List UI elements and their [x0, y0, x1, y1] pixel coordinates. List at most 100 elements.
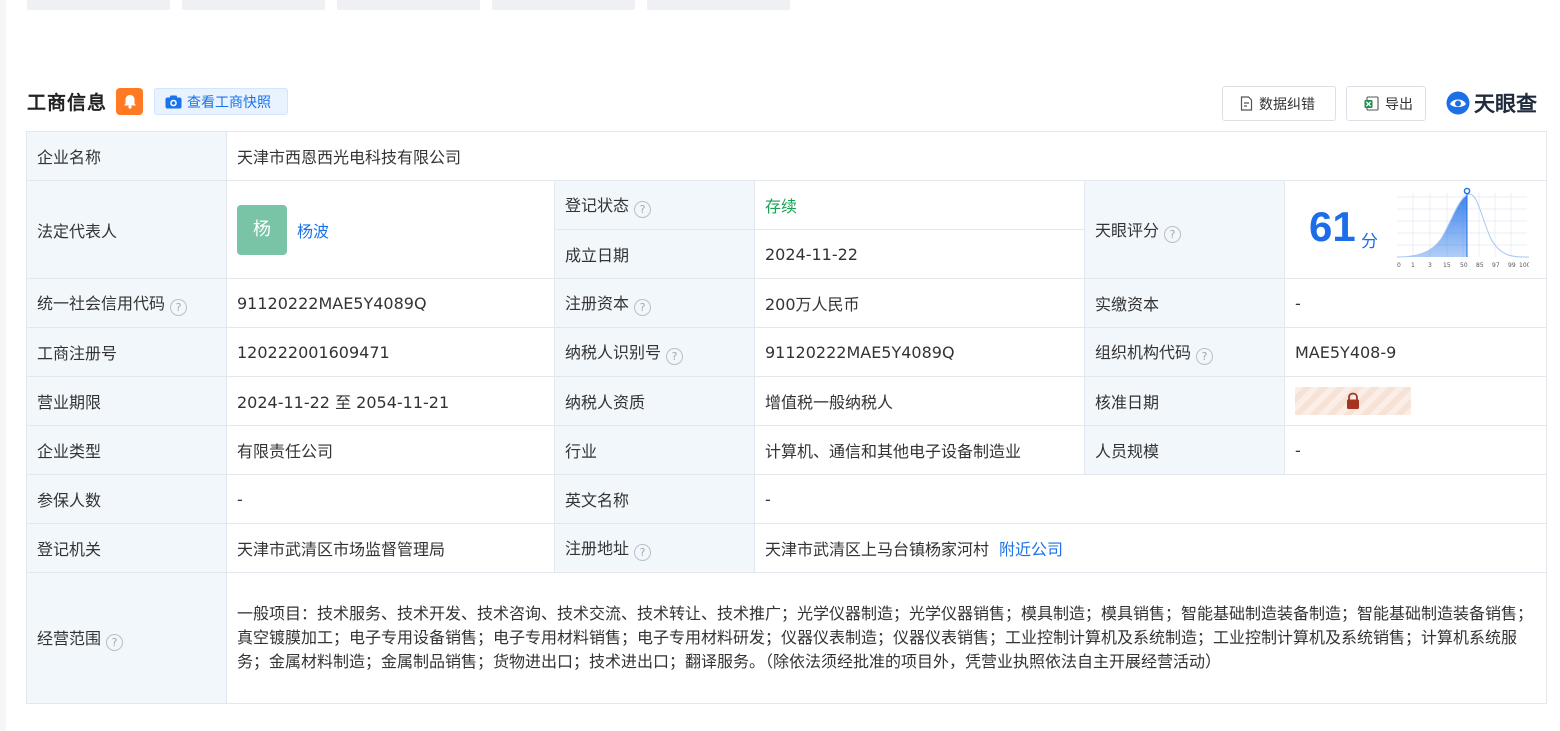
org-code-label-cell: 组织机构代码?	[1084, 327, 1285, 377]
legal-rep-cell: 杨杨波	[226, 180, 555, 279]
status-badge: 存续	[765, 197, 798, 216]
data-correction-label: 数据纠错	[1259, 96, 1315, 113]
view-snapshot-button[interactable]: 查看工商快照	[154, 88, 288, 115]
score-unit: 分	[1361, 232, 1378, 252]
snapshot-label: 查看工商快照	[187, 94, 271, 111]
insured-label: 参保人数	[26, 474, 227, 524]
approve-date-label: 核准日期	[1084, 376, 1285, 426]
scope-value: 一般项目：技术服务、技术开发、技术咨询、技术交流、技术转让、技术推广；光学仪器制…	[225, 572, 1548, 704]
help-icon[interactable]: ?	[170, 299, 188, 316]
table-row: 经营范围? 一般项目：技术服务、技术开发、技术咨询、技术交流、技术转让、技术推广…	[26, 572, 1548, 704]
table-row: 企业名称 天津市西恩西光电科技有限公司	[26, 131, 1548, 181]
chart-tick-labels: 0 1 3 15 50 85 97 99 100	[1397, 262, 1529, 269]
tab-stub[interactable]	[337, 0, 480, 10]
founded-label: 成立日期	[554, 229, 755, 279]
table-row: 工商注册号 120222001609471 纳税人识别号? 91120222MA…	[26, 327, 1548, 377]
company-name-label: 企业名称	[26, 131, 227, 181]
authority-value: 天津市武清区市场监督管理局	[226, 523, 555, 573]
table-row: 营业期限 2024-11-22 至 2054-11-21 纳税人资质 增值税一般…	[26, 376, 1548, 426]
page-left-edge	[0, 0, 6, 731]
approve-date-cell	[1283, 376, 1548, 426]
taxpayer-id-label: 纳税人识别号	[565, 343, 662, 362]
tick-label: 85	[1476, 262, 1484, 269]
help-icon[interactable]: ?	[634, 299, 652, 316]
tab-stub[interactable]	[182, 0, 325, 10]
camera-icon	[165, 95, 182, 108]
excel-icon	[1364, 96, 1379, 111]
term-label: 营业期限	[26, 376, 227, 426]
reg-status-value: 存续	[754, 180, 1085, 230]
staff-label: 人员规模	[1084, 425, 1285, 475]
staff-value: -	[1283, 425, 1548, 475]
score-distribution-chart: 0 1 3 15 50 85 97 99 100	[1397, 187, 1529, 269]
help-icon[interactable]: ?	[666, 348, 684, 365]
term-value: 2024-11-22 至 2054-11-21	[226, 376, 555, 426]
reg-capital-value: 200万人民币	[754, 278, 1085, 328]
reg-capital-label-cell: 注册资本?	[554, 278, 755, 328]
industry-label: 行业	[554, 425, 755, 475]
industry-value: 计算机、通信和其他电子设备制造业	[754, 425, 1085, 475]
tianyancha-logo: 天眼查	[1445, 86, 1548, 120]
help-icon[interactable]: ?	[1164, 225, 1182, 243]
reg-no-value: 120222001609471	[226, 327, 555, 377]
score-marker-dot	[1463, 187, 1471, 195]
scope-label: 经营范围	[37, 629, 102, 648]
logo-eye-icon	[1446, 91, 1470, 115]
logo-text: 天眼查	[1474, 92, 1537, 116]
english-name-label: 英文名称	[554, 474, 755, 524]
reg-no-label: 工商注册号	[26, 327, 227, 377]
reg-status-label-cell: 登记状态?	[554, 180, 755, 230]
table-row: 登记机关 天津市武清区市场监督管理局 注册地址? 天津市武清区上马台镇杨家河村附…	[26, 523, 1548, 573]
section-header: 工商信息 查看工商快照 数据纠错 导出 天眼查	[27, 86, 1548, 121]
org-code-label: 组织机构代码	[1095, 343, 1192, 362]
table-row: 参保人数 - 英文名称 -	[26, 474, 1548, 524]
table-row: 统一社会信用代码? 91120222MAE5Y4089Q 注册资本? 200万人…	[26, 278, 1548, 328]
tick-label: 50	[1460, 262, 1468, 269]
tick-label: 97	[1492, 262, 1500, 269]
business-info-table: 企业名称 天津市西恩西光电科技有限公司 法定代表人 杨杨波 登记状态? 存续 天…	[26, 131, 1548, 704]
tab-stub[interactable]	[492, 0, 635, 10]
address-label-cell: 注册地址?	[554, 523, 755, 573]
credit-code-label-cell: 统一社会信用代码?	[26, 278, 227, 328]
help-icon[interactable]: ?	[106, 634, 124, 651]
credit-code-value: 91120222MAE5Y4089Q	[226, 278, 555, 328]
paid-capital-value: -	[1283, 278, 1548, 328]
tianyan-score-cell[interactable]: 61 分 0 1 3 15 50 85 97 99 100	[1283, 180, 1548, 279]
address-value: 天津市武清区上马台镇杨家河村	[765, 540, 990, 559]
monitor-bell-button[interactable]	[116, 88, 143, 115]
address-label: 注册地址	[565, 539, 630, 558]
table-row: 法定代表人 杨杨波 登记状态? 存续 天眼评分? 61 分 0 1 3 15 5…	[26, 180, 1548, 279]
tick-label: 1	[1411, 262, 1415, 269]
export-label: 导出	[1385, 96, 1413, 113]
help-icon[interactable]: ?	[634, 201, 652, 218]
type-value: 有限责任公司	[226, 425, 555, 475]
taxpayer-id-value: 91120222MAE5Y4089Q	[754, 327, 1085, 377]
type-label: 企业类型	[26, 425, 227, 475]
table-row: 企业类型 有限责任公司 行业 计算机、通信和其他电子设备制造业 人员规模 -	[26, 425, 1548, 475]
help-icon[interactable]: ?	[1196, 348, 1214, 365]
tick-label: 99	[1508, 262, 1516, 269]
tick-label: 100	[1519, 262, 1529, 269]
reg-capital-label: 注册资本	[565, 294, 630, 313]
org-code-value: MAE5Y408-9	[1283, 327, 1548, 377]
locked-value-bar[interactable]	[1295, 387, 1411, 415]
tick-label: 0	[1397, 262, 1401, 269]
score-value: 61	[1309, 203, 1356, 250]
bell-icon	[123, 95, 136, 109]
taxpayer-qual-value: 增值税一般纳税人	[754, 376, 1085, 426]
taxpayer-qual-label: 纳税人资质	[554, 376, 755, 426]
document-edit-icon	[1240, 96, 1253, 111]
lock-icon	[1347, 392, 1359, 409]
tab-stub[interactable]	[27, 0, 170, 10]
legal-rep-link[interactable]: 杨波	[297, 222, 329, 241]
export-button[interactable]: 导出	[1346, 86, 1426, 121]
scope-label-cell: 经营范围?	[26, 572, 227, 704]
nearby-companies-link[interactable]: 附近公司	[999, 540, 1063, 559]
tab-stub[interactable]	[647, 0, 790, 10]
data-correction-button[interactable]: 数据纠错	[1222, 86, 1336, 121]
tick-label: 15	[1443, 262, 1451, 269]
help-icon[interactable]: ?	[634, 544, 652, 561]
tick-label: 3	[1428, 262, 1432, 269]
legal-rep-avatar[interactable]: 杨	[237, 204, 287, 255]
section-title: 工商信息	[27, 92, 108, 114]
